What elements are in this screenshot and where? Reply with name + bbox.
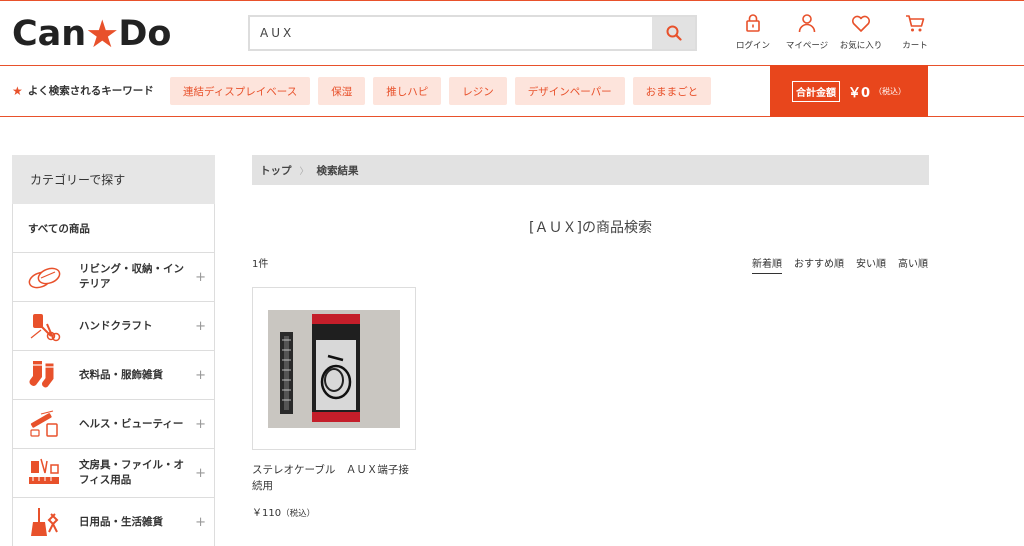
keyword-chip[interactable]: デザインペーパー <box>514 77 625 105</box>
login-link[interactable]: ログイン <box>726 12 780 51</box>
broom-icon <box>25 504 65 540</box>
sort-options: 新着順 おすすめ順 安い順 高い順 <box>752 255 928 274</box>
mypage-link[interactable]: マイページ <box>780 12 834 51</box>
logo-star-icon: ★ <box>85 12 120 56</box>
sort-newest[interactable]: 新着順 <box>752 255 782 274</box>
stationery-icon <box>25 455 65 491</box>
expand-plus-icon[interactable]: + <box>195 515 206 530</box>
breadcrumb: トップ 〉 検索結果 <box>252 155 929 185</box>
sidebar-item-beauty[interactable]: ヘルス・ビューティー + <box>12 400 215 449</box>
expand-plus-icon[interactable]: + <box>195 319 206 334</box>
search-icon <box>666 25 682 41</box>
keyword-chip[interactable]: 推しハピ <box>373 77 442 105</box>
expand-plus-icon[interactable]: + <box>195 417 206 432</box>
cart-icon <box>906 15 925 32</box>
expand-plus-icon[interactable]: + <box>195 368 206 383</box>
sort-recommended[interactable]: おすすめ順 <box>794 255 844 274</box>
sort-price-low[interactable]: 安い順 <box>856 255 886 274</box>
sidebar-title: カテゴリーで探す <box>12 155 215 204</box>
cart-total-label: 合計金額 <box>791 80 840 102</box>
handcraft-icon <box>25 308 65 344</box>
lock-icon <box>746 14 760 32</box>
product-name[interactable]: ステレオケーブル ＡＵＸ端子接続用 <box>252 462 416 494</box>
category-sidebar: カテゴリーで探す すべての商品 リビング・収納・インテリア + ハンドクラフト … <box>12 155 215 546</box>
keyword-title-text: よく検索されるキーワード <box>27 85 154 97</box>
search-box <box>248 15 697 51</box>
breadcrumb-current: 検索結果 <box>316 164 359 177</box>
keyword-title: ★ よく検索されるキーワード <box>12 83 154 98</box>
cart-total-amount: ￥0 <box>847 85 871 101</box>
keyword-bar: ★ よく検索されるキーワード 連結ディスプレイベース 保湿 推しハピ レジン デ… <box>0 65 1024 117</box>
sidebar-item-label: 文房具・ファイル・オフィス用品 <box>79 459 184 486</box>
sidebar-item-label: 日用品・生活雑貨 <box>79 515 163 528</box>
product-price-tax: （税込） <box>281 509 316 519</box>
keyword-chip[interactable]: おままごと <box>632 77 712 105</box>
sidebar-item-label: ハンドクラフト <box>79 319 153 332</box>
socks-icon <box>25 357 65 393</box>
cart-total-panel[interactable]: 合計金額 ￥0 （税込） <box>770 65 928 117</box>
logo-text-do: Do <box>118 14 172 54</box>
keyword-list: 連結ディスプレイベース 保湿 推しハピ レジン デザインペーパー おままごと <box>170 77 719 105</box>
favorites-label: お気に入り <box>839 41 883 51</box>
sidebar-item-label: ヘルス・ビューティー <box>79 417 184 430</box>
logo-text-can: Can <box>12 14 87 54</box>
breadcrumb-separator-icon: 〉 <box>299 166 309 177</box>
product-photo <box>268 309 400 428</box>
heart-icon <box>851 15 871 32</box>
user-icon <box>798 14 816 33</box>
site-logo[interactable]: Can ★ Do <box>12 14 171 54</box>
site-header: Can ★ Do ログイン マイページ <box>0 0 1024 65</box>
sidebar-item-clothing[interactable]: 衣料品・服飾雑貨 + <box>12 351 215 400</box>
sidebar-item-stationery[interactable]: 文房具・ファイル・オフィス用品 + <box>12 449 215 498</box>
keyword-chip[interactable]: 連結ディスプレイベース <box>170 77 311 105</box>
search-button[interactable] <box>652 17 695 49</box>
beauty-icon <box>25 406 65 442</box>
keyword-chip[interactable]: 保湿 <box>318 77 366 105</box>
cart-total-tax: （税込） <box>874 86 907 96</box>
keyword-chip[interactable]: レジン <box>449 77 507 105</box>
product-card[interactable]: ステレオケーブル ＡＵＸ端子接続用 ￥110（税込） <box>252 287 416 519</box>
sort-price-high[interactable]: 高い順 <box>898 255 928 274</box>
sidebar-item-label: 衣料品・服飾雑貨 <box>79 368 163 381</box>
product-image[interactable] <box>252 287 416 450</box>
search-input[interactable] <box>250 17 656 49</box>
star-icon: ★ <box>12 83 23 98</box>
product-price: ￥110（税込） <box>252 504 416 519</box>
sidebar-item-living[interactable]: リビング・収納・インテリア + <box>12 253 215 302</box>
results-count: 1件 <box>252 259 269 270</box>
sidebar-item-label: リビング・収納・インテリア <box>79 263 184 290</box>
cart-label: カート <box>902 41 928 51</box>
login-label: ログイン <box>735 41 770 51</box>
results-title: [ＡＵＸ]の商品検索 <box>529 220 652 236</box>
favorites-link[interactable]: お気に入り <box>834 12 888 51</box>
mypage-label: マイページ <box>785 41 829 51</box>
expand-plus-icon[interactable]: + <box>195 270 206 285</box>
product-price-value: ￥110 <box>252 508 282 519</box>
cart-link[interactable]: カート <box>888 12 942 51</box>
header-icon-nav: ログイン マイページ お気に入り カート <box>726 12 942 51</box>
sidebar-item-daily-goods[interactable]: 日用品・生活雑貨 + <box>12 498 215 546</box>
breadcrumb-top[interactable]: トップ <box>260 163 292 178</box>
living-icon <box>25 259 65 295</box>
sidebar-item-all[interactable]: すべての商品 <box>12 204 215 253</box>
sidebar-item-handcraft[interactable]: ハンドクラフト + <box>12 302 215 351</box>
expand-plus-icon[interactable]: + <box>195 466 206 481</box>
